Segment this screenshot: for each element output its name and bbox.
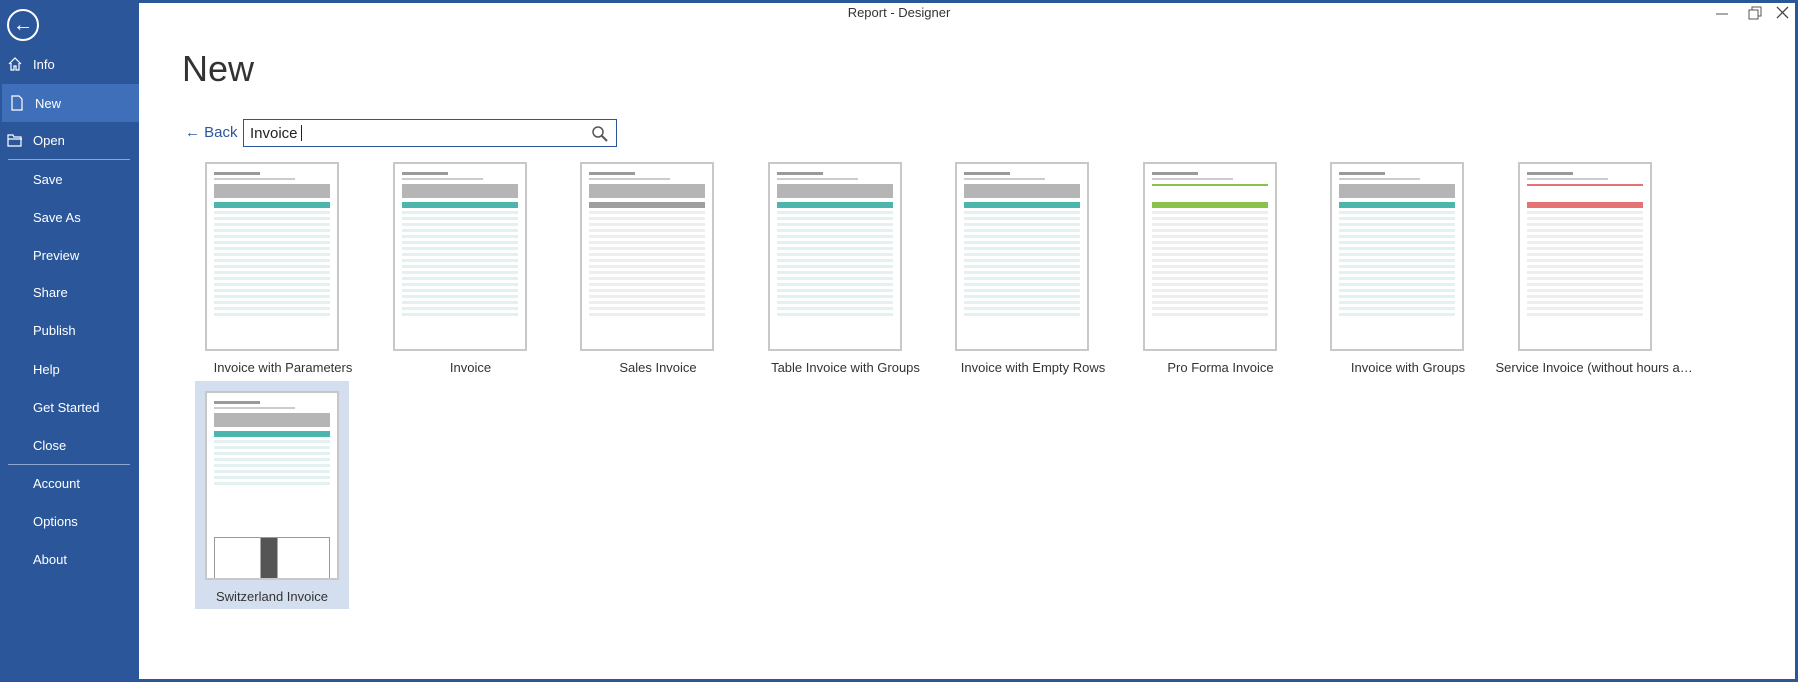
template-thumbnail <box>767 162 902 351</box>
sidebar-item-preview[interactable]: Preview <box>0 236 139 274</box>
template-tile[interactable]: Switzerland Invoice <box>189 381 377 621</box>
template-thumbnail <box>1142 162 1277 351</box>
template-label: Sales Invoice <box>619 360 697 375</box>
template-tile[interactable]: Service Invoice (without hours an... <box>1496 162 1696 392</box>
sidebar-item-about[interactable]: About <box>0 540 139 578</box>
sidebar: ← Info New Open Save Save As Preview Share Publ… <box>0 0 139 682</box>
template-thumbnail <box>955 162 1089 351</box>
template-label: Invoice with Groups <box>1350 360 1466 375</box>
sidebar-item-save-as[interactable]: Save As <box>0 198 139 236</box>
page-title: New <box>182 48 255 89</box>
template-tile[interactable]: Table Invoice with Groups <box>752 162 940 392</box>
template-tile[interactable]: Sales Invoice <box>564 162 752 392</box>
sidebar-item-get-started[interactable]: Get Started <box>0 388 139 426</box>
sidebar-item-save[interactable]: Save <box>0 160 139 198</box>
template-thumbnail <box>1330 162 1464 351</box>
template-thumbnail <box>1517 162 1652 351</box>
template-label: Switzerland Invoice <box>216 589 328 604</box>
search-input[interactable]: Invoice <box>243 119 617 147</box>
minimize-icon[interactable] <box>1708 4 1738 24</box>
sidebar-item-help[interactable]: Help <box>0 350 139 388</box>
template-label: Service Invoice (without hours an... <box>1495 360 1696 375</box>
sidebar-item-new[interactable]: New <box>2 84 139 122</box>
template-thumbnail <box>205 162 339 351</box>
template-tile[interactable]: Invoice with Empty Rows <box>939 162 1127 392</box>
template-tile[interactable]: Pro Forma Invoice <box>1127 162 1315 392</box>
template-thumbnail <box>580 162 714 351</box>
back-link[interactable]: ← Back <box>185 124 238 141</box>
sidebar-item-open[interactable]: Open <box>0 121 139 159</box>
search-icon[interactable] <box>591 125 609 143</box>
template-label: Invoice with Empty Rows <box>960 360 1106 375</box>
sidebar-item-options[interactable]: Options <box>0 502 139 540</box>
template-label: Invoice <box>449 360 492 375</box>
restore-icon[interactable] <box>1740 4 1770 24</box>
template-label: Pro Forma Invoice <box>1167 360 1274 375</box>
sidebar-item-close[interactable]: Close <box>0 426 139 464</box>
folder-icon <box>7 134 22 147</box>
home-icon <box>8 57 22 71</box>
template-thumbnail <box>392 162 527 351</box>
sidebar-divider <box>8 464 130 465</box>
sidebar-item-account[interactable]: Account <box>0 464 139 502</box>
sidebar-item-info[interactable]: Info <box>0 45 139 83</box>
template-tile[interactable]: Invoice <box>377 162 565 392</box>
window-title: Report - Designer <box>847 5 951 20</box>
sidebar-item-publish[interactable]: Publish <box>0 311 139 349</box>
template-label: Invoice with Parameters <box>213 360 353 375</box>
template-label: Table Invoice with Groups <box>771 360 920 375</box>
template-tile[interactable]: Invoice with Parameters <box>189 162 377 392</box>
sidebar-divider <box>8 159 130 160</box>
template-tile[interactable]: Invoice with Groups <box>1314 162 1502 392</box>
document-icon <box>11 95 23 111</box>
sidebar-item-share[interactable]: Share <box>0 273 139 311</box>
template-thumbnail <box>205 391 339 580</box>
arrow-left-icon: ← <box>185 124 205 141</box>
close-icon[interactable] <box>1768 4 1798 24</box>
